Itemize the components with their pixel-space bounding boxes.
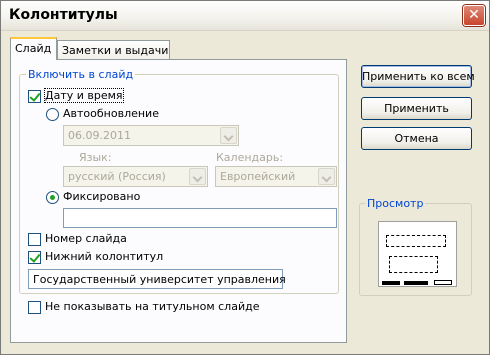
tab-notes-handouts[interactable]: Заметки и выдачи [57,40,170,60]
include-on-slide-legend: Включить в слайд [26,68,136,81]
calendar-value: Европейский [220,170,296,183]
calendar-label: Календарь: [216,151,284,164]
date-format-select[interactable]: 06.09.2011 [63,125,239,146]
footer-dialog-window: Колонтитулы ✕ Слайд Заметки и выдачи Вкл… [0,0,490,355]
chevron-down-icon [220,127,237,144]
title-bar: Колонтитулы ✕ [1,1,489,31]
chevron-down-icon [189,168,206,185]
footer-checkbox[interactable] [28,251,41,264]
fixed-date-input[interactable] [63,208,337,228]
preview-title-placeholder [386,235,446,247]
hide-on-title-checkbox[interactable] [28,301,41,314]
tab-slide-label: Слайд [15,42,52,55]
window-title: Колонтитулы [9,7,118,23]
auto-update-radio[interactable] [46,108,59,121]
language-value: русский (Россия) [68,170,166,183]
chevron-down-icon [318,168,335,185]
slide-number-label: Номер слайда [45,232,127,245]
date-time-checkbox[interactable] [28,90,41,103]
cancel-button[interactable]: Отмена [361,127,472,150]
preview-body-placeholder [389,256,438,273]
auto-update-label: Автообновление [63,107,159,120]
language-select[interactable]: русский (Россия) [63,166,208,187]
preview-footer-bar [404,281,428,285]
close-button[interactable]: ✕ [463,5,485,26]
preview-number-bar [434,280,452,285]
footer-label: Нижний колонтитул [45,250,164,263]
apply-to-all-button[interactable]: Применить ко всем [361,65,475,88]
preview-legend: Просмотр [365,197,426,210]
fixed-label: Фиксировано [63,190,141,203]
close-icon: ✕ [468,7,480,23]
language-label: Язык: [79,151,112,164]
preview-date-bar [382,281,400,285]
date-format-value: 06.09.2011 [68,129,131,142]
slide-number-checkbox[interactable] [28,233,41,246]
apply-button[interactable]: Применить [361,97,472,120]
footer-text-input[interactable]: Государственный университет управления [28,269,286,289]
tab-notes-handouts-label: Заметки и выдачи [62,44,169,57]
slide-preview [378,221,457,287]
hide-on-title-label: Не показывать на титульном слайде [45,300,260,313]
tab-slide[interactable]: Слайд [10,37,57,60]
date-time-label: Дату и время [44,88,124,103]
footer-text-value: Государственный университет управления [33,273,286,286]
fixed-radio[interactable] [46,191,59,204]
calendar-select[interactable]: Европейский [215,166,337,187]
